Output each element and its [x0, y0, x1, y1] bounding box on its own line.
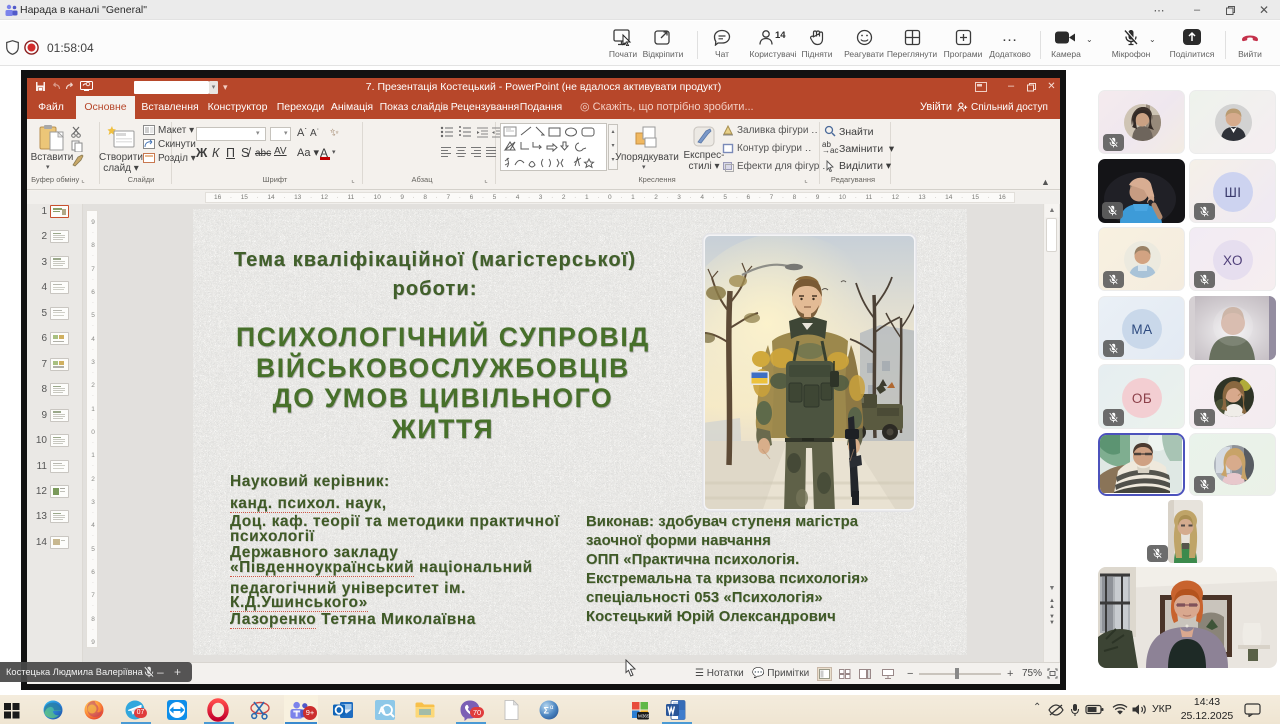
svg-text:14: 14: [775, 30, 786, 41]
svg-text:M365: M365: [638, 714, 650, 719]
svg-text:Σ: Σ: [544, 706, 550, 716]
svg-text:α: α: [550, 705, 554, 711]
